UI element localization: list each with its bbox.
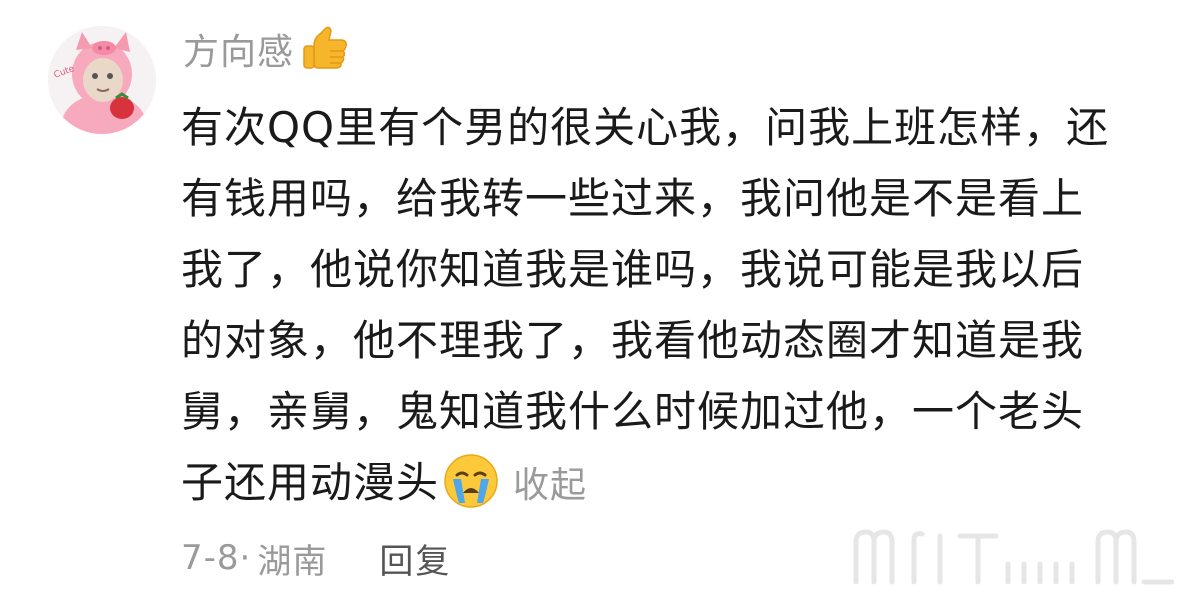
crying-face-icon (443, 453, 499, 509)
watermark-logo (848, 528, 1174, 590)
comment-line: 的对象，他不理我了，我看他动态圈才知道是我 (181, 316, 1085, 365)
thumbs-up-hand-icon (300, 24, 350, 74)
avatar[interactable]: Cute (48, 26, 156, 134)
comment-item: Cute 方向感 有次QQ里有个男的很关心我，问我上班怎样，还 有钱用吗，给我转… (0, 0, 1179, 597)
username[interactable]: 方向感 (183, 23, 294, 75)
comment-last-line: 子还用动漫头 收起 (181, 447, 1141, 518)
comment-body: 有次QQ里有个男的很关心我，问我上班怎样，还 有钱用吗，给我转一些过来，我问他是… (181, 92, 1141, 518)
comment-line: 有钱用吗，给我转一些过来，我问他是不是看上 (181, 174, 1085, 223)
pig-costume-avatar-icon: Cute (48, 26, 156, 134)
username-row: 方向感 (183, 22, 350, 76)
comment-date: 7-8· (181, 538, 252, 578)
comment-line: 有次QQ里有个男的很关心我，问我上班怎样，还 (181, 103, 1110, 152)
comment-line: 我了，他说你知道我是谁吗，我说可能是我以后 (181, 245, 1085, 294)
comment-meta: 7-8· 湖南 回复 (181, 530, 451, 586)
comment-line: 舅，亲舅，鬼知道我什么时候加过他，一个老头 (181, 387, 1085, 436)
collapse-link[interactable]: 收起 (513, 465, 587, 506)
comment-location: 湖南 (257, 541, 328, 582)
reply-button[interactable]: 回复 (379, 534, 451, 583)
comment-line: 子还用动漫头 (181, 458, 440, 507)
